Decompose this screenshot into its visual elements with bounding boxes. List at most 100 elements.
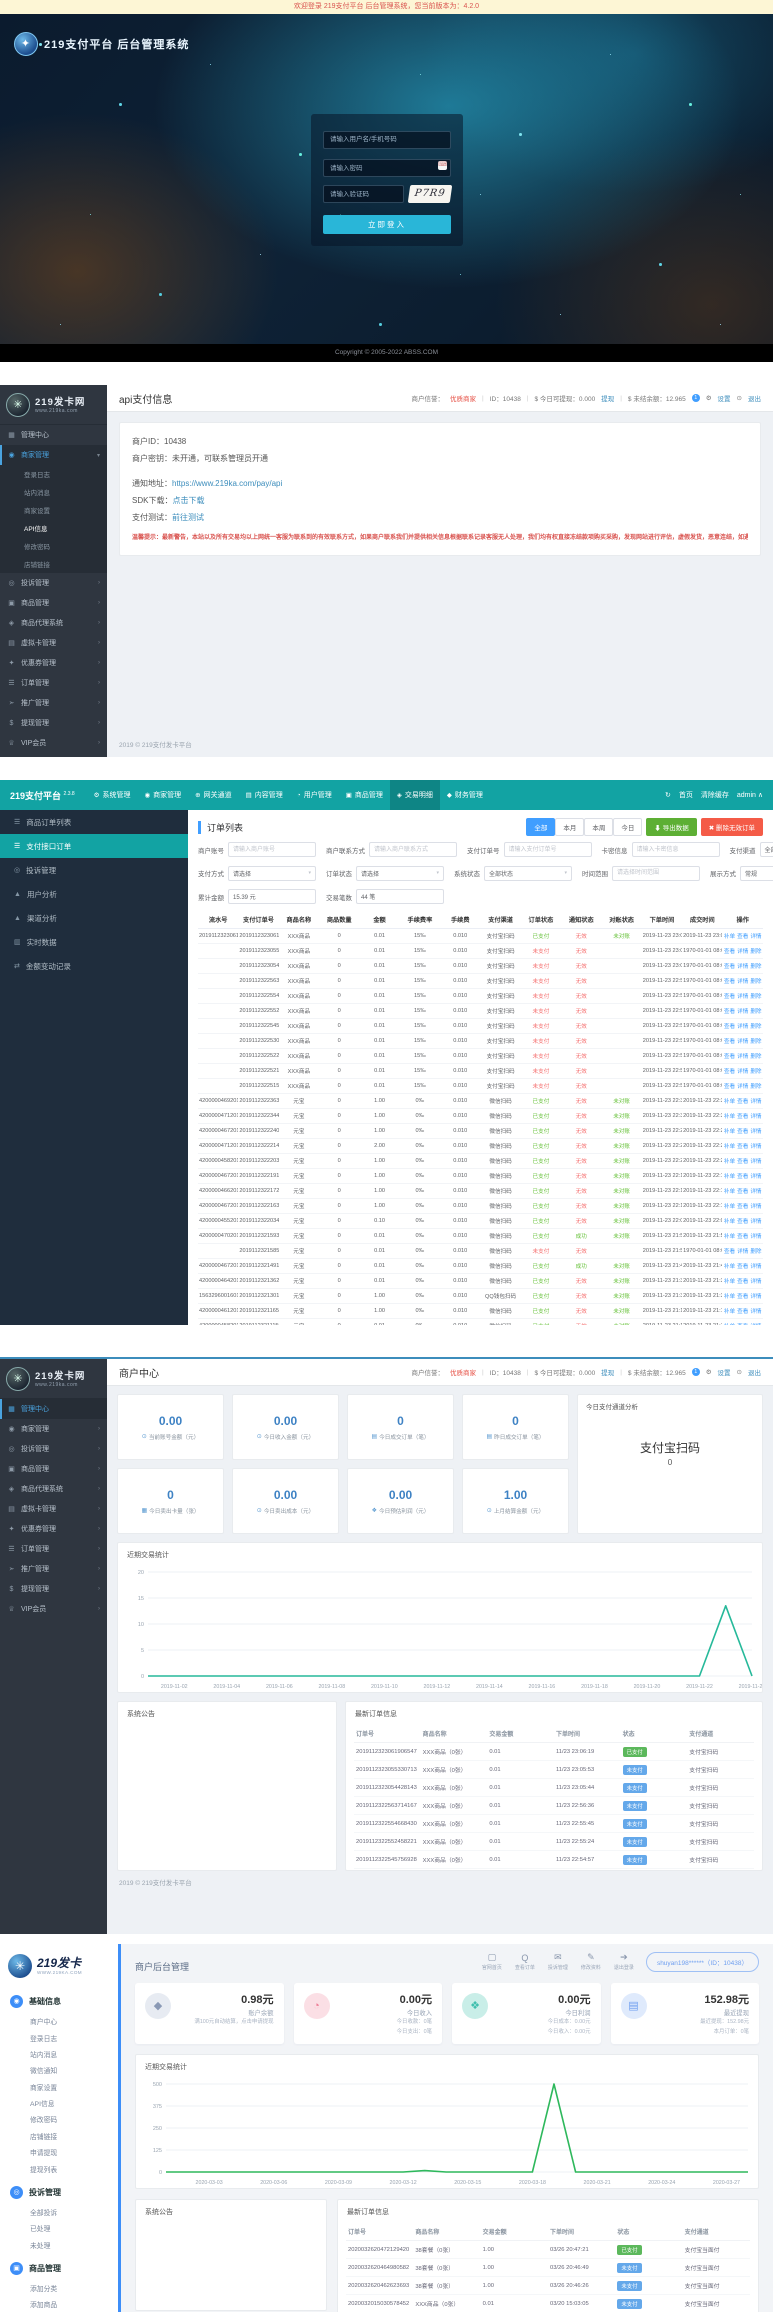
sidebar-item[interactable]: ◉商家管理▾	[0, 445, 107, 465]
settings-link[interactable]: 设置	[718, 1367, 731, 1377]
nav-item[interactable]: ◆财务管理	[440, 780, 490, 810]
action-link[interactable]: 查看	[724, 1009, 735, 1015]
action-link[interactable]: 详情	[750, 1129, 761, 1135]
action-link[interactable]: 查看	[737, 1159, 748, 1165]
action-link[interactable]: 详情	[750, 1204, 761, 1210]
action-link[interactable]: 补单	[724, 1129, 735, 1135]
action-link[interactable]: 补单	[724, 1234, 735, 1240]
sidebar-subitem[interactable]: API信息	[0, 519, 107, 537]
action-link[interactable]: 查看	[737, 1174, 748, 1180]
filter-input[interactable]	[612, 866, 700, 881]
action-link[interactable]: 详情	[737, 1039, 748, 1045]
sidebar-item[interactable]: 登录日志	[0, 2029, 118, 2045]
action-link[interactable]: 补单	[724, 1099, 735, 1105]
action-link[interactable]: 查看	[724, 1039, 735, 1045]
withdraw-link[interactable]: 提现	[601, 1367, 614, 1377]
captcha-input[interactable]	[323, 185, 404, 203]
nav-item[interactable]: ⚙系统管理	[87, 780, 138, 810]
action-link[interactable]: 删除	[750, 1249, 761, 1255]
delete-invalid-button[interactable]: ✖ 删除无效订单	[701, 818, 763, 836]
filter-input[interactable]	[632, 842, 720, 857]
sidebar-item[interactable]: ▦管理中心	[0, 1399, 107, 1419]
action-link[interactable]: 删除	[750, 949, 761, 955]
range-button[interactable]: 今日	[613, 818, 642, 836]
action-link[interactable]: 删除	[750, 1024, 761, 1030]
action-link[interactable]: 查看	[724, 1054, 735, 1060]
filter-select[interactable]: 常规▾	[740, 866, 773, 881]
sidebar-item[interactable]: 修改密码	[0, 2111, 118, 2127]
sidebar-item[interactable]: ✦优惠券管理›	[0, 653, 107, 673]
nav-item[interactable]: ▤内容管理	[239, 780, 290, 810]
nav-item[interactable]: ◈交易明细	[390, 780, 440, 810]
sidebar-item[interactable]: ☰支付接口订单	[0, 834, 188, 858]
action-link[interactable]: 详情	[750, 1309, 761, 1315]
action-link[interactable]: 详情	[750, 1189, 761, 1195]
action-link[interactable]: 补单	[724, 1279, 735, 1285]
action-link[interactable]: 详情	[737, 1024, 748, 1030]
sidebar-item[interactable]: ◉商家管理›	[0, 1419, 107, 1439]
action-link[interactable]: 查看	[724, 964, 735, 970]
action-link[interactable]: 删除	[750, 979, 761, 985]
sidebar-item[interactable]: ▣商品管理›	[0, 593, 107, 613]
action-link[interactable]: 查看	[737, 1189, 748, 1195]
sidebar-item[interactable]: ◈商品代理系统›	[0, 1479, 107, 1499]
sidebar-item[interactable]: ▦管理中心	[0, 425, 107, 445]
sidebar-item[interactable]: ▣商品管理›	[0, 1459, 107, 1479]
sidebar-item[interactable]: API信息	[0, 2095, 118, 2111]
action-link[interactable]: 详情	[737, 949, 748, 955]
sidebar-item[interactable]: ▲渠道分析	[0, 906, 188, 930]
action-link[interactable]: 查看	[737, 1144, 748, 1150]
sidebar-item[interactable]: 全部投诉	[0, 2204, 118, 2220]
sidebar-item[interactable]: 站内消息	[0, 2046, 118, 2062]
action-link[interactable]: 查看	[737, 1279, 748, 1285]
action-link[interactable]: 补单	[724, 1159, 735, 1165]
sidebar-item[interactable]: ▤虚拟卡管理›	[0, 1499, 107, 1519]
nav-item[interactable]: ◉商家管理	[138, 780, 189, 810]
range-button[interactable]: 本月	[555, 818, 584, 836]
action-link[interactable]: 查看	[737, 1234, 748, 1240]
action-link[interactable]: 详情	[750, 1264, 761, 1270]
action-link[interactable]: 补单	[724, 1264, 735, 1270]
action-link[interactable]: 查看	[737, 1294, 748, 1300]
sidebar-group-header[interactable]: ◉基础信息	[0, 1990, 118, 2013]
sidebar-item[interactable]: ◎投诉管理	[0, 858, 188, 882]
action-link[interactable]: 补单	[724, 1309, 735, 1315]
filter-input[interactable]	[356, 889, 444, 904]
sidebar-item[interactable]: 未处理	[0, 2237, 118, 2253]
sidebar-item[interactable]: ☰订单管理›	[0, 1539, 107, 1559]
action-link[interactable]: 删除	[750, 964, 761, 970]
range-button[interactable]: 本周	[584, 818, 613, 836]
action-link[interactable]: 查看	[724, 994, 735, 1000]
captcha-image[interactable]: P7R9	[408, 185, 453, 203]
filter-input[interactable]	[504, 842, 592, 857]
action-link[interactable]: 查看	[724, 1084, 735, 1090]
action-link[interactable]: 详情	[750, 1174, 761, 1180]
action-link[interactable]: 删除	[750, 1039, 761, 1045]
action-link[interactable]: 查看	[737, 1129, 748, 1135]
action-link[interactable]: 补单	[724, 1219, 735, 1225]
action-link[interactable]: 补单	[724, 1189, 735, 1195]
sidebar-subitem[interactable]: 修改密码	[0, 537, 107, 555]
action-link[interactable]: 删除	[750, 994, 761, 1000]
settings-link[interactable]: 设置	[718, 393, 731, 403]
username-input[interactable]	[323, 131, 451, 149]
sidebar-group-header[interactable]: ◎投诉管理	[0, 2181, 118, 2204]
admin-user-menu[interactable]: admin ∧	[737, 791, 763, 799]
header-action[interactable]: ▢官网首页	[482, 1952, 502, 1971]
refresh-icon[interactable]: ↻	[665, 791, 671, 799]
export-button[interactable]: ⬇ 导出数据	[646, 818, 696, 836]
action-link[interactable]: 删除	[750, 1054, 761, 1060]
action-link[interactable]: 查看	[724, 949, 735, 955]
header-action[interactable]: ✎修改资料	[581, 1952, 601, 1971]
action-link[interactable]: 删除	[750, 1009, 761, 1015]
sidebar-item[interactable]: ▲用户分析	[0, 882, 188, 906]
action-link[interactable]: 补单	[724, 934, 735, 940]
field-link[interactable]: 前往测试	[172, 513, 204, 522]
account-pill[interactable]: shuyan198******（ID：10438）	[646, 1952, 759, 1972]
site-logo[interactable]: ✳ 219发卡网 www.219ka.com	[0, 1359, 107, 1399]
field-link[interactable]: https://www.219ka.com/pay/api	[172, 479, 282, 488]
sidebar-item[interactable]: 店铺链接	[0, 2128, 118, 2144]
action-link[interactable]: 查看	[724, 1069, 735, 1075]
sidebar-item[interactable]: ☰商品订单列表	[0, 810, 188, 834]
nav-item[interactable]: ◔用户管理	[290, 780, 339, 810]
